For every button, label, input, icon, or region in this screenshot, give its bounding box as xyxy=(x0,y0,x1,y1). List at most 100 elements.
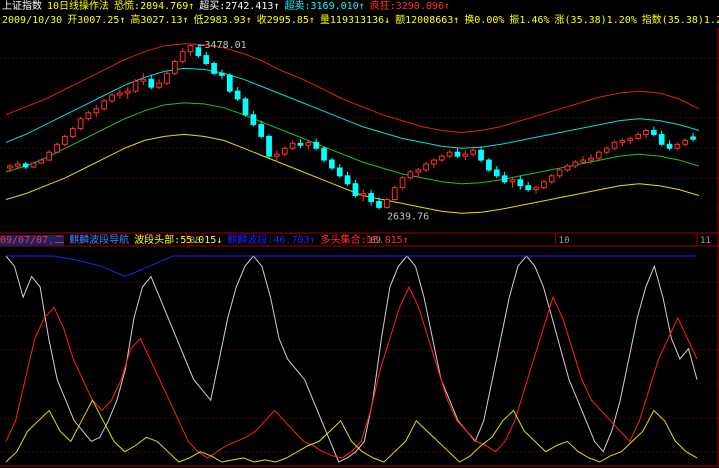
candle-body-20 xyxy=(164,72,170,84)
candle-body-40 xyxy=(321,147,327,161)
candle-body-35 xyxy=(281,147,288,155)
candle-body-59 xyxy=(470,149,477,155)
ohlc-field-1: 开3007.25↑ xyxy=(67,15,126,26)
ohlc-field-8: 振1.46% xyxy=(509,15,550,26)
price-annotation-1: 2639.76 xyxy=(387,212,429,223)
candle-body-52 xyxy=(415,169,422,173)
candle-body-11 xyxy=(93,108,100,114)
candle-body-45 xyxy=(360,193,367,197)
ohlc-field-5: 量119313136↓ xyxy=(319,15,391,26)
candle-body-57 xyxy=(454,151,461,157)
candle-body-42 xyxy=(336,167,343,177)
ohlc-field-0: 2009/10/30 xyxy=(2,15,63,26)
candle-body-22 xyxy=(179,51,186,63)
candle-body-7 xyxy=(62,135,68,145)
ohlc-field-2: 高3027.13↑ xyxy=(130,15,189,26)
oscillator-series-white xyxy=(5,255,698,463)
ohlc-field-9: 涨(35.38)1.20% xyxy=(554,15,637,26)
candle-body-86 xyxy=(682,139,689,145)
candle-body-1 xyxy=(14,163,21,167)
candle-body-87 xyxy=(690,136,696,140)
oscillator-field-4: 多头集合:15.815↑ xyxy=(320,235,409,246)
ohlc-field-3: 低2983.93↑ xyxy=(193,15,252,26)
candle-body-29 xyxy=(234,90,241,100)
oscillator-series-blue xyxy=(6,255,697,278)
candle-body-10 xyxy=(85,112,92,120)
candle-body-68 xyxy=(541,181,547,189)
candle-body-50 xyxy=(399,177,406,189)
x-axis-label-2: 10 xyxy=(559,236,570,246)
candle-body-4 xyxy=(38,159,45,164)
candle-body-14 xyxy=(117,92,123,96)
candle-body-46 xyxy=(368,193,374,202)
candle-body-71 xyxy=(564,165,571,171)
band-low-line xyxy=(5,102,700,185)
oscillator-field-0: 09/07/07,二 xyxy=(0,235,65,246)
candle-body-38 xyxy=(305,141,312,146)
ohlc-field-4: 收2995.85↑ xyxy=(256,15,315,26)
candle-body-73 xyxy=(580,159,586,163)
candle-body-23 xyxy=(187,45,194,53)
candle-body-67 xyxy=(533,187,539,191)
header-row-oscillator: 09/07/07,二 麒麟波段导航 波段头部:55.015↓ 麒麟波段:46.703↑… xyxy=(0,235,414,247)
oscillator-series-yellow xyxy=(5,399,698,463)
candle-body-12 xyxy=(101,100,108,110)
candle-body-84 xyxy=(666,143,673,149)
candle-body-16 xyxy=(132,80,139,92)
candle-body-62 xyxy=(493,169,500,177)
band-bottom-line xyxy=(5,133,700,214)
candle-body-26 xyxy=(211,62,217,74)
candle-body-30 xyxy=(242,98,249,116)
candle-body-69 xyxy=(548,175,555,183)
candle-body-70 xyxy=(556,169,563,177)
indicator-0: 上证指数 xyxy=(2,1,42,12)
price-annotation-0: ←3478.01 xyxy=(199,40,247,51)
candle-body-81 xyxy=(643,130,649,135)
ohlc-field-6: 额12008663↑ xyxy=(395,15,460,26)
candle-body-44 xyxy=(352,183,359,197)
ohlc-field-7: 换0.00% xyxy=(464,15,505,26)
indicator-4: 超卖:3169.010↑ xyxy=(284,1,365,12)
candle-body-32 xyxy=(258,124,265,137)
candle-body-37 xyxy=(297,142,304,146)
candle-body-31 xyxy=(250,114,257,126)
candle-body-3 xyxy=(30,162,37,168)
candle-body-83 xyxy=(658,133,665,145)
candle-body-19 xyxy=(156,82,162,88)
candle-body-79 xyxy=(627,137,634,141)
candle-body-82 xyxy=(650,130,657,135)
indicator-2: 恐慌:2894.769↑ xyxy=(114,1,195,12)
candle-body-61 xyxy=(486,159,492,171)
candle-body-77 xyxy=(611,141,618,149)
header-row-indicators: 上证指数 10日线操作法 恐慌:2894.769↑ 超买:2742.413↑ 超卖:31… xyxy=(2,1,455,13)
candle-body-56 xyxy=(446,151,453,157)
indicator-3: 超买:2742.413↑ xyxy=(199,1,280,12)
candle-body-6 xyxy=(54,143,60,153)
ohlc-field-10: 指数(35.38)1.20% xyxy=(641,15,719,26)
candle-body-78 xyxy=(619,139,626,143)
candle-body-63 xyxy=(501,175,508,183)
candle-body-18 xyxy=(148,78,155,88)
candle-body-48 xyxy=(383,198,390,208)
candle-body-76 xyxy=(603,147,610,153)
candle-body-9 xyxy=(77,118,84,130)
candle-body-17 xyxy=(140,78,147,82)
candle-body-34 xyxy=(274,153,280,157)
candle-body-80 xyxy=(635,133,641,139)
band-mid-line xyxy=(5,67,700,149)
candle-body-85 xyxy=(674,143,681,149)
indicator-1: 10日线操作法 xyxy=(47,1,110,12)
candle-body-8 xyxy=(69,128,76,137)
candle-body-74 xyxy=(588,157,594,161)
candle-body-43 xyxy=(344,175,351,185)
candle-body-47 xyxy=(376,200,382,208)
candle-body-5 xyxy=(46,151,53,161)
candle-body-2 xyxy=(22,163,29,168)
candle-body-75 xyxy=(595,151,602,159)
candle-body-60 xyxy=(478,149,484,161)
candle-body-64 xyxy=(509,179,516,183)
candle-body-41 xyxy=(329,159,335,169)
candle-body-27 xyxy=(219,72,225,76)
candle-body-55 xyxy=(438,155,445,161)
candle-body-13 xyxy=(109,94,115,102)
